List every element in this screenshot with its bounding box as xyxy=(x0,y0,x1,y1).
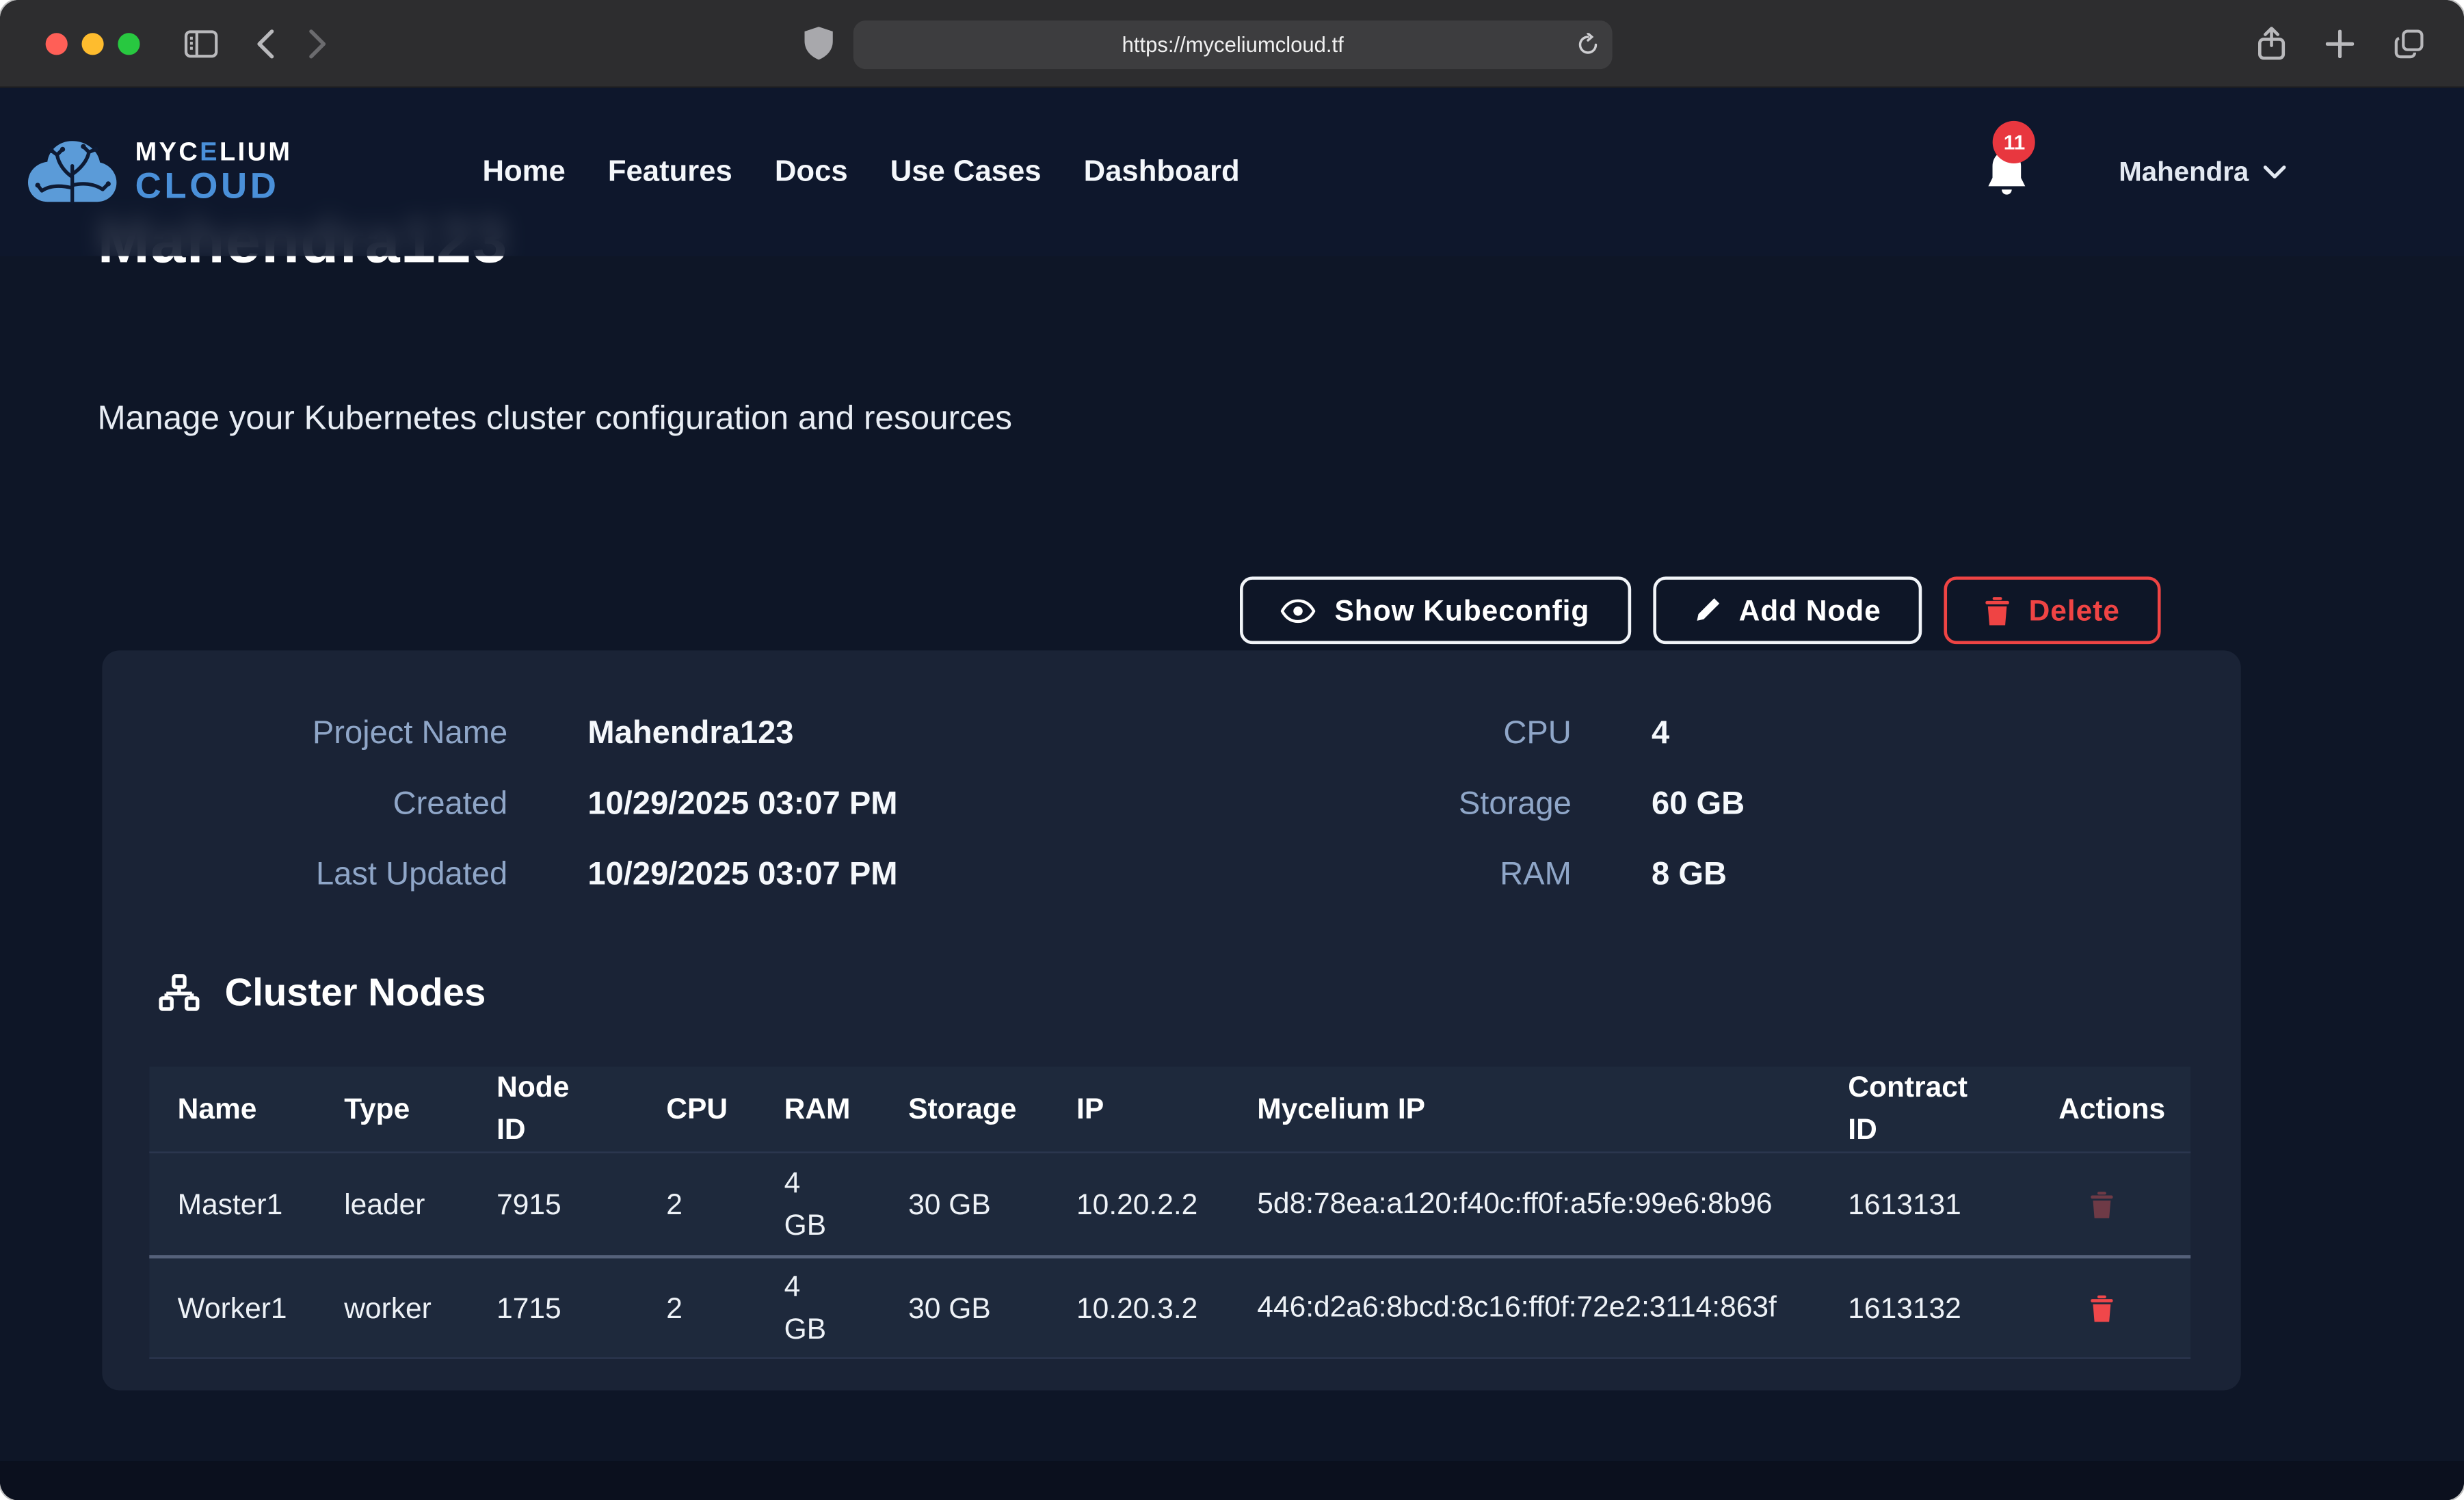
trash-icon xyxy=(2090,1294,2113,1322)
cluster-nodes-heading: Cluster Nodes xyxy=(157,972,486,1016)
pencil-icon xyxy=(1693,597,1720,624)
col-contract-id: Contract ID xyxy=(1848,1067,1974,1151)
ram-label: RAM xyxy=(102,855,1571,893)
cell-ip: 10.20.3.2 xyxy=(1048,1291,1229,1326)
cell-mycelium-ip: 5d8:78ea:a120:f40c:ff0f:a5fe:99e6:8b96 xyxy=(1257,1183,1772,1226)
delete-node-button[interactable] xyxy=(2090,1294,2113,1322)
show-kubeconfig-button[interactable]: Show Kubeconfig xyxy=(1241,576,1630,644)
page-subtitle: Manage your Kubernetes cluster configura… xyxy=(97,399,1011,438)
brand-wordmark: MYCELIUM CLOUD xyxy=(135,139,293,204)
col-mycelium-ip: Mycelium IP xyxy=(1229,1092,1820,1127)
cell-cpu: 2 xyxy=(638,1187,756,1222)
url-text: https://myceliumcloud.tf xyxy=(1122,33,1344,56)
privacy-shield-icon[interactable] xyxy=(805,27,833,59)
nav-dashboard[interactable]: Dashboard xyxy=(1084,155,1240,189)
forward-button[interactable] xyxy=(291,16,344,70)
traffic-lights xyxy=(46,32,140,54)
cell-type: worker xyxy=(316,1291,468,1326)
col-storage: Storage xyxy=(880,1092,1048,1127)
main-nav: Home Features Docs Use Cases Dashboard xyxy=(482,155,1239,189)
mycelium-cloud-logo-icon xyxy=(25,137,120,206)
col-actions: Actions xyxy=(2030,1092,2190,1127)
nav-features[interactable]: Features xyxy=(608,155,732,189)
nav-use-cases[interactable]: Use Cases xyxy=(890,155,1042,189)
cpu-value: 4 xyxy=(1652,714,1669,751)
cluster-details-card: Project Name Mahendra123 Created 10/29/2… xyxy=(102,650,2240,1390)
browser-chrome: https://myceliumcloud.tf xyxy=(0,0,2464,88)
col-name: Name xyxy=(149,1092,316,1127)
trash-icon xyxy=(2090,1190,2113,1218)
address-bar[interactable]: https://myceliumcloud.tf xyxy=(853,21,1613,69)
share-icon[interactable] xyxy=(2244,17,2297,70)
col-ip: IP xyxy=(1048,1092,1229,1127)
brand-logo[interactable]: MYCELIUM CLOUD xyxy=(25,137,293,206)
delete-node-button[interactable] xyxy=(2090,1190,2113,1218)
eye-icon xyxy=(1281,598,1316,623)
hierarchy-icon xyxy=(157,972,201,1016)
nodes-table: Name Type Node ID CPU RAM Storage IP Myc… xyxy=(149,1067,2190,1358)
cell-name: Master1 xyxy=(149,1187,316,1222)
show-kubeconfig-label: Show Kubeconfig xyxy=(1335,593,1590,628)
minimize-window-button[interactable] xyxy=(81,32,103,54)
notifications-button[interactable]: 11 xyxy=(1984,147,2031,198)
cell-storage: 30 GB xyxy=(880,1187,1048,1222)
delete-cluster-button[interactable]: Delete xyxy=(1944,576,2161,644)
nav-home[interactable]: Home xyxy=(482,155,565,189)
back-button[interactable] xyxy=(237,16,291,70)
tab-overview-icon[interactable] xyxy=(2383,17,2436,70)
table-row: Worker1 worker 1715 2 4 GB 30 GB 10.20.3… xyxy=(149,1259,2190,1359)
cell-contract-id: 1613131 xyxy=(1820,1187,2030,1222)
web-page: Mahendra123 Manage your Kubernetes clust… xyxy=(0,88,2464,1500)
cell-ip: 10.20.2.2 xyxy=(1048,1187,1229,1222)
reload-icon[interactable] xyxy=(1576,33,1600,56)
chevron-down-icon xyxy=(2263,165,2286,179)
cluster-actions-toolbar: Show Kubeconfig Add Node Delete xyxy=(1241,576,2161,644)
delete-label: Delete xyxy=(2029,593,2120,628)
storage-label: Storage xyxy=(102,785,1571,822)
col-node-id: Node ID xyxy=(496,1067,572,1151)
trash-icon xyxy=(1985,596,2010,624)
cell-ram: 4 GB xyxy=(784,1265,841,1350)
storage-value: 60 GB xyxy=(1652,785,1745,822)
info-row: CPU 4 xyxy=(102,697,2240,768)
col-type: Type xyxy=(316,1092,468,1127)
browser-window: https://myceliumcloud.tf Mahendra123 Man… xyxy=(0,0,2464,1500)
add-node-label: Add Node xyxy=(1739,593,1881,628)
cluster-nodes-title: Cluster Nodes xyxy=(225,972,486,1016)
cpu-label: CPU xyxy=(102,714,1571,751)
new-tab-icon[interactable] xyxy=(2313,17,2366,70)
cell-node-id: 7915 xyxy=(468,1187,638,1222)
cell-name: Worker1 xyxy=(149,1291,316,1326)
col-cpu: CPU xyxy=(638,1092,756,1127)
project-info-right: CPU 4 Storage 60 GB RAM 8 GB xyxy=(102,697,2240,909)
zoom-window-button[interactable] xyxy=(118,32,140,54)
cell-type: leader xyxy=(316,1187,468,1222)
nav-docs[interactable]: Docs xyxy=(775,155,848,189)
info-row: Storage 60 GB xyxy=(102,768,2240,839)
close-window-button[interactable] xyxy=(46,32,68,54)
sidebar-toggle-icon[interactable] xyxy=(174,16,228,70)
user-name: Mahendra xyxy=(2119,155,2249,188)
cell-mycelium-ip: 446:d2a6:8bcd:8c16:ff0f:72e2:3114:863f xyxy=(1257,1287,1777,1329)
user-menu[interactable]: Mahendra xyxy=(2119,155,2286,188)
info-row: RAM 8 GB xyxy=(102,839,2240,909)
add-node-button[interactable]: Add Node xyxy=(1652,576,1922,644)
cell-ram: 4 GB xyxy=(784,1162,841,1246)
nodes-table-header: Name Type Node ID CPU RAM Storage IP Myc… xyxy=(149,1067,2190,1153)
cell-cpu: 2 xyxy=(638,1291,756,1326)
table-row: Master1 leader 7915 2 4 GB 30 GB 10.20.2… xyxy=(149,1153,2190,1259)
cell-contract-id: 1613132 xyxy=(1820,1291,2030,1326)
footer-band xyxy=(0,1461,2464,1500)
cell-node-id: 1715 xyxy=(468,1291,638,1326)
cell-storage: 30 GB xyxy=(880,1291,1048,1326)
notification-badge: 11 xyxy=(1993,120,2035,163)
site-header: MYCELIUM CLOUD Home Features Docs Use Ca… xyxy=(0,88,2464,256)
col-ram: RAM xyxy=(756,1092,880,1127)
ram-value: 8 GB xyxy=(1652,855,1727,893)
